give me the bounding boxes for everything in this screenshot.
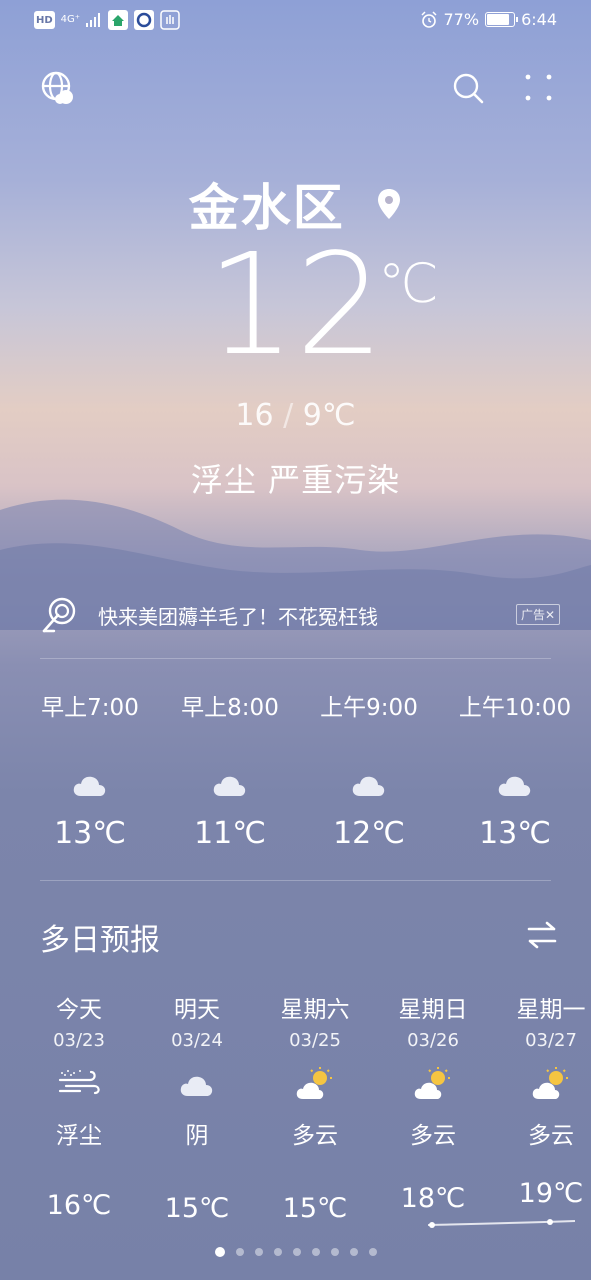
page-dot[interactable]: [330, 1248, 339, 1256]
hour-weather-icon: [348, 766, 390, 806]
ad-banner[interactable]: 快来美团薅羊毛了！不花冤枉钱 广告✕: [40, 592, 560, 638]
hour-temp: 12℃: [333, 816, 405, 851]
day-high-temp: 16℃: [46, 1190, 112, 1221]
hourly-item: 早上7:00 13℃: [20, 688, 160, 858]
alarm-icon: [420, 10, 437, 28]
current-temperature: 12: [206, 224, 385, 387]
day-name: 星期六: [280, 997, 350, 1023]
hour-temp: 13℃: [479, 816, 551, 851]
day-date: 03/26: [407, 1030, 459, 1051]
day-name: 星期一: [516, 997, 586, 1023]
status-left: HD 4G⁺: [34, 10, 180, 30]
day-name: 星期日: [398, 997, 468, 1023]
partly-cloudy-icon: [296, 1067, 332, 1099]
day-item[interactable]: 今天 03/23 浮尘 16℃: [20, 990, 138, 1230]
page-dot[interactable]: [214, 1247, 225, 1257]
signal-icon: [86, 13, 101, 27]
partly-cloudy-icon: [532, 1067, 568, 1099]
day-weather-icon: [530, 1066, 572, 1106]
overcast-icon: [180, 1076, 213, 1096]
forecast-title: 多日预报: [40, 923, 160, 958]
battery-percent: 77%: [443, 10, 480, 29]
partly-cloudy-icon: [414, 1067, 450, 1099]
page-indicator[interactable]: [0, 1247, 591, 1257]
page-dot[interactable]: [235, 1248, 244, 1256]
day-weather: 多云: [292, 1123, 338, 1149]
location-pin-icon: [378, 189, 401, 219]
low-temp: 9℃: [302, 398, 356, 433]
home-app-icon: [108, 10, 129, 30]
day-weather-icon: [56, 1066, 102, 1100]
hour-temp: 13℃: [54, 816, 126, 851]
day-date: 03/25: [289, 1030, 341, 1051]
hd-badge: HD: [34, 11, 55, 29]
page-dot[interactable]: [254, 1248, 263, 1256]
temperature-trend-line: [427, 1219, 576, 1228]
air-quality[interactable]: 浮尘 严重污染: [0, 455, 591, 501]
range-separator: /: [283, 398, 294, 433]
satellite-dish-icon: [42, 597, 76, 633]
dust-wind-icon: [58, 1070, 100, 1095]
day-item[interactable]: 星期日 03/26 多云 18℃: [374, 990, 492, 1230]
search-icon[interactable]: [450, 70, 486, 106]
cloudy-icon: [498, 776, 531, 796]
hour-time: 上午10:00: [458, 695, 572, 721]
day-high-temp: 15℃: [282, 1193, 348, 1224]
status-right: 77% 6:44: [420, 10, 557, 29]
day-name: 今天: [56, 997, 102, 1023]
more-menu-icon[interactable]: [521, 70, 557, 106]
divider: [40, 658, 551, 659]
day-high-temp: 19℃: [518, 1178, 584, 1209]
day-weather-icon: [294, 1066, 336, 1106]
day-weather: 阴: [185, 1123, 209, 1149]
day-item[interactable]: 星期六 03/25 多云 15℃: [256, 990, 374, 1230]
day-high-temp: 18℃: [400, 1183, 466, 1214]
hand-icon: [160, 10, 180, 30]
hourly-item: 早上8:00 11℃: [160, 688, 300, 858]
page-dot[interactable]: [368, 1248, 377, 1256]
battery-icon: [485, 12, 519, 27]
hourly-item: 上午10:00 13℃: [445, 688, 585, 858]
day-name: 明天: [174, 997, 220, 1023]
high-temp: 16: [235, 398, 274, 433]
day-weather: 浮尘: [56, 1123, 102, 1149]
day-date: 03/27: [525, 1030, 577, 1051]
hour-temp: 11℃: [194, 816, 266, 851]
hour-time: 早上7:00: [41, 695, 139, 721]
cloudy-icon: [73, 776, 106, 796]
hourly-item: 上午9:00 12℃: [299, 688, 439, 858]
hour-weather-icon: [69, 766, 111, 806]
day-item[interactable]: 星期一 03/27 多云 19℃: [492, 990, 591, 1230]
divider: [40, 880, 551, 881]
cloudy-icon: [352, 776, 385, 796]
hour-weather-icon: [494, 766, 536, 806]
day-item[interactable]: 明天 03/24 阴 15℃: [138, 990, 256, 1230]
day-weather: 多云: [410, 1123, 456, 1149]
day-date: 03/23: [53, 1030, 105, 1051]
swap-view-icon[interactable]: [526, 920, 558, 950]
app-notification-icon: [134, 10, 155, 30]
ad-text: 快来美团薅羊毛了！不花冤枉钱: [98, 604, 378, 629]
cloudy-icon: [213, 776, 246, 796]
temperature-range: 16 / 9℃: [0, 398, 591, 433]
day-date: 03/24: [171, 1030, 223, 1051]
day-weather: 多云: [528, 1123, 574, 1149]
day-high-temp: 15℃: [164, 1193, 230, 1224]
clock: 6:44: [521, 10, 557, 29]
page-dot[interactable]: [292, 1248, 301, 1256]
day-weather-icon: [412, 1066, 454, 1106]
hour-time: 早上8:00: [181, 695, 279, 721]
globe-weather-icon[interactable]: [40, 70, 76, 106]
ad-close-tag[interactable]: 广告✕: [515, 604, 560, 625]
day-weather-icon: [176, 1066, 218, 1106]
temperature-unit: ℃: [378, 252, 439, 315]
status-bar: HD 4G⁺ 77% 6:44: [0, 0, 591, 40]
page-dot[interactable]: [349, 1248, 358, 1256]
network-label: 4G⁺: [60, 14, 81, 25]
hour-time: 上午9:00: [320, 695, 418, 721]
hour-weather-icon: [209, 766, 251, 806]
page-dot[interactable]: [311, 1248, 320, 1256]
page-dot[interactable]: [273, 1248, 282, 1256]
